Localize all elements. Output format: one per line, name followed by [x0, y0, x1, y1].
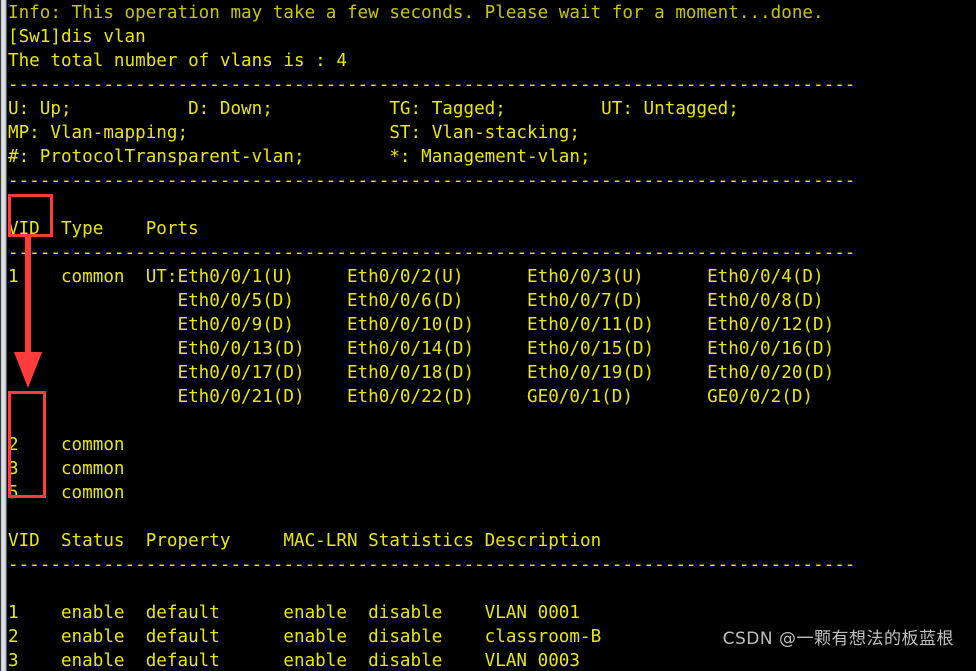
terminal-line: ----------------------------------------… [8, 554, 856, 575]
terminal-line: ----------------------------------------… [8, 74, 856, 95]
terminal-line: [Sw1]dis vlan [8, 26, 146, 47]
terminal-output: Info: This operation may take a few seco… [8, 1, 976, 671]
terminal-line: VID Status Property MAC-LRN Statistics D… [8, 530, 602, 551]
terminal-line: Eth0/0/5(D) Eth0/0/6(D) Eth0/0/7(D) Eth0… [8, 290, 824, 311]
terminal-line: Eth0/0/13(D) Eth0/0/14(D) Eth0/0/15(D) E… [8, 338, 835, 359]
terminal-line: Info: This operation may take a few seco… [8, 2, 824, 23]
terminal-line: MP: Vlan-mapping; ST: Vlan-stacking; [8, 122, 580, 143]
terminal-line: 1 enable default enable disable VLAN 000… [8, 602, 580, 623]
terminal-line: #: ProtocolTransparent-vlan; *: Manageme… [8, 146, 591, 167]
terminal-line: The total number of vlans is : 4 [8, 50, 347, 71]
terminal-line: Eth0/0/17(D) Eth0/0/18(D) Eth0/0/19(D) E… [8, 362, 835, 383]
terminal-line: ----------------------------------------… [8, 242, 856, 263]
terminal-line: 3 common [8, 458, 125, 479]
terminal-line: U: Up; D: Down; TG: Tagged; UT: Untagged… [8, 98, 739, 119]
terminal-line: Eth0/0/9(D) Eth0/0/10(D) Eth0/0/11(D) Et… [8, 314, 835, 335]
terminal-line: 3 enable default enable disable VLAN 000… [8, 650, 580, 671]
terminal-line: 5 common [8, 482, 125, 503]
csdn-watermark: CSDN @一颗有想法的板蓝根 [722, 629, 954, 649]
terminal-scrollbar[interactable] [0, 0, 8, 671]
terminal-screenshot: Info: This operation may take a few seco… [0, 0, 976, 671]
terminal-line: Eth0/0/21(D) Eth0/0/22(D) GE0/0/1(D) GE0… [8, 386, 814, 407]
terminal-line: 2 common [8, 434, 125, 455]
terminal-line: VID Type Ports [8, 218, 199, 239]
terminal-line: 1 common UT:Eth0/0/1(U) Eth0/0/2(U) Eth0… [8, 266, 824, 287]
terminal-line: ----------------------------------------… [8, 170, 856, 191]
